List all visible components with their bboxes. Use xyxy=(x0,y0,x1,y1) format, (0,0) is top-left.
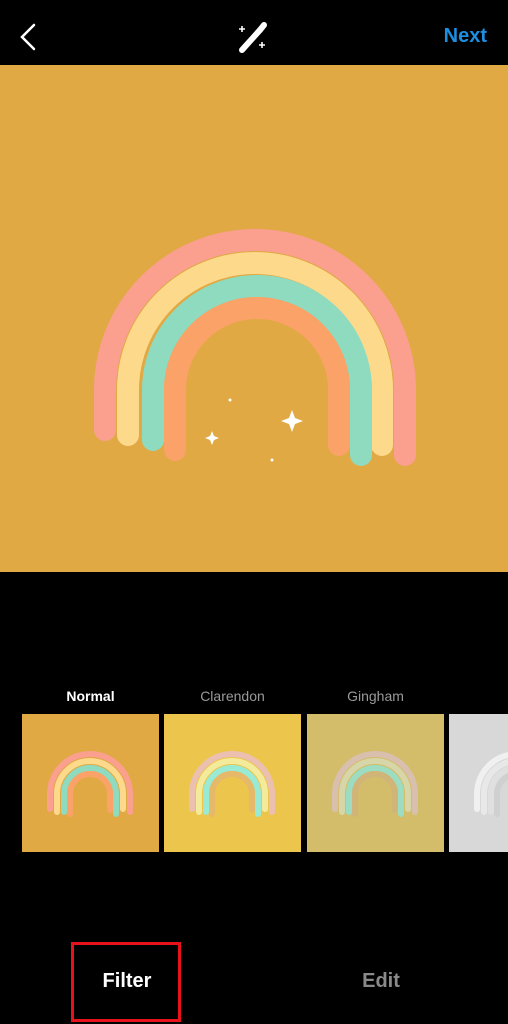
chevron-left-icon xyxy=(20,23,36,51)
rainbow-thumbnail xyxy=(189,751,275,817)
filter-thumb-clarendon[interactable] xyxy=(164,714,301,852)
rainbow-thumbnail xyxy=(332,751,418,817)
rainbow-image xyxy=(94,229,416,466)
photo-preview xyxy=(0,65,508,572)
filter-label-normal: Normal xyxy=(66,688,115,704)
magic-wand-button[interactable] xyxy=(236,20,272,54)
rainbow-thumbnail xyxy=(474,752,508,817)
next-button[interactable]: Next xyxy=(444,25,487,48)
filter-thumb-normal[interactable] xyxy=(22,714,159,852)
tab-filter[interactable]: Filter xyxy=(72,970,182,993)
tab-edit[interactable]: Edit xyxy=(326,970,436,993)
filter-thumb-gingham[interactable] xyxy=(307,714,444,852)
magic-wand-icon xyxy=(239,22,267,53)
filter-label-gingham: Gingham xyxy=(347,688,404,704)
back-button[interactable] xyxy=(14,20,44,54)
filter-label-clarendon: Clarendon xyxy=(200,688,265,704)
rainbow-thumbnail xyxy=(47,751,133,817)
filter-thumb-next[interactable] xyxy=(449,714,508,852)
filter-label-next: M xyxy=(449,688,508,704)
